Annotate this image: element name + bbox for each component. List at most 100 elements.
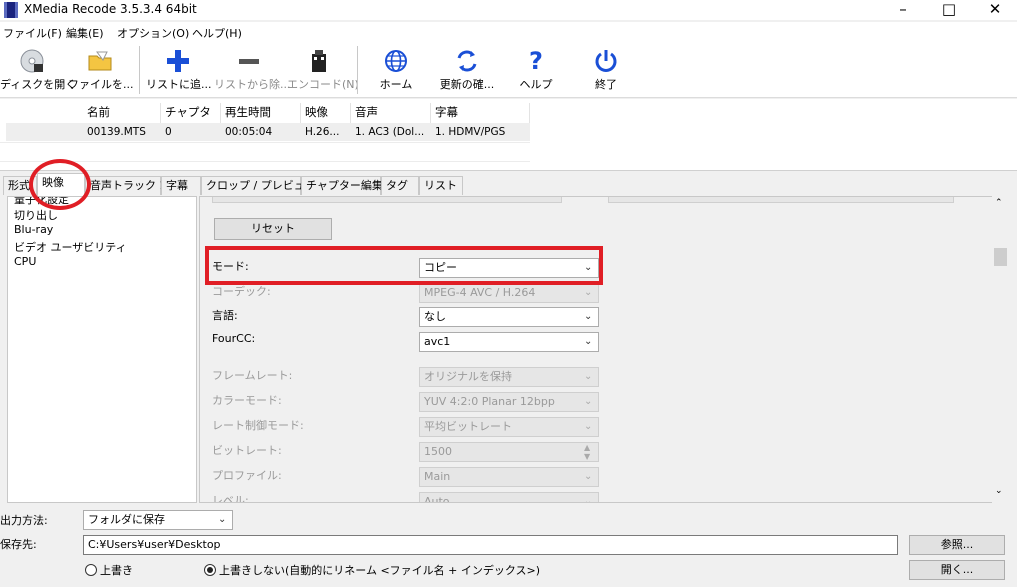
tab-format[interactable]: 形式 [3, 176, 37, 195]
rate-control-label: レート制御モード: [212, 419, 304, 432]
column-header-audio[interactable]: 音声 [351, 103, 431, 123]
video-settings-tree[interactable]: 量子化設定 切り出し Blu-ray ビデオ ユーザビリティ CPU [7, 196, 197, 503]
app-film-icon [4, 2, 18, 18]
fourcc-select[interactable]: avc1 ⌄ [419, 332, 599, 352]
menu-bar: ファイル(F) 編集(E) オプション(O) ヘルプ(H) [0, 22, 1017, 42]
color-mode-select[interactable]: YUV 4:2:0 Planar 12bpp ⌄ [419, 392, 599, 412]
no-overwrite-label: 上書きしない(自動的にリネーム <ファイル名 + インデックス>) [219, 564, 541, 577]
open-disc-button[interactable]: ディスクを開く [0, 42, 76, 98]
open-file-button[interactable]: ファイルを... [68, 42, 134, 98]
column-header-duration[interactable]: 再生時間 [221, 103, 301, 123]
minus-icon [235, 48, 263, 74]
framerate-select[interactable]: オリジナルを保持 ⌄ [419, 367, 599, 387]
tree-item-bluray[interactable]: Blu-ray [14, 223, 53, 236]
no-overwrite-radio[interactable] [204, 564, 216, 576]
tab-audio-track-1[interactable]: 音声トラック 1 [85, 176, 167, 195]
title-bar: XMedia Recode 3.5.3.4 64bit – □ ✕ [0, 0, 1017, 20]
settings-tabs: 形式 映像 音声トラック 1 字幕 クロップ / プレビュー チャプター編集 タ… [0, 173, 1017, 196]
chevron-down-icon: ⌄ [584, 471, 593, 482]
toolbar-separator [139, 46, 140, 94]
video-settings-panel: リセット モード: コピー ⌄ コーデック: MPEG-4 AVC / H.264… [199, 196, 1009, 503]
overwrite-label: 上書き [100, 564, 133, 577]
disc-icon [18, 48, 46, 74]
maximize-button[interactable]: □ [926, 0, 972, 20]
encode-button[interactable]: エンコード(N) [287, 42, 359, 98]
output-method-label: 出力方法: [0, 514, 48, 527]
plus-icon [164, 48, 192, 74]
menu-options[interactable]: オプション(O) [117, 25, 189, 41]
language-label: 言語: [212, 309, 238, 322]
column-header-name[interactable]: 名前 [83, 103, 161, 123]
destination-path-input[interactable]: C:¥Users¥user¥Desktop [83, 535, 898, 555]
chevron-down-icon: ⌄ [584, 336, 593, 347]
chevron-down-icon: ⌄ [218, 514, 227, 525]
bitrate-spinner[interactable]: 1500 ▲ ▼ [419, 442, 599, 462]
film-icon [305, 48, 333, 74]
profile-select[interactable]: Main ⌄ [419, 467, 599, 487]
cell-name: 00139.MTS [87, 126, 146, 138]
menu-edit[interactable]: 編集(E) [66, 25, 104, 41]
menu-help[interactable]: ヘルプ(H) [192, 25, 242, 41]
overwrite-radio[interactable] [85, 564, 97, 576]
tree-item-video-usability[interactable]: ビデオ ユーザビリティ [14, 239, 127, 255]
tree-item-quantization[interactable]: 量子化設定 [14, 197, 69, 207]
tab-subtitle[interactable]: 字幕 [161, 176, 201, 195]
column-header-video[interactable]: 映像 [301, 103, 351, 123]
cell-subtitle: 1. HDMV/PGS [435, 126, 506, 138]
level-select[interactable]: Auto ⌄ [419, 492, 599, 503]
chevron-down-icon: ⌄ [584, 421, 593, 432]
bitrate-label: ビットレート: [212, 444, 282, 457]
file-list-table[interactable]: 名前 チャプター 再生時間 映像 音声 字幕 00139.MTS 0 00:05… [0, 99, 1017, 171]
settings-scrollbar[interactable]: ⌃ ⌄ [992, 196, 1009, 503]
add-to-list-button[interactable]: リストに追... [146, 42, 212, 98]
mode-select[interactable]: コピー ⌄ [419, 258, 599, 278]
column-header-subtitle[interactable]: 字幕 [431, 103, 530, 123]
tab-chapter-edit[interactable]: チャプター編集 [301, 176, 383, 195]
toolbar-separator [357, 46, 358, 94]
chevron-down-icon: ⌄ [584, 287, 593, 298]
cell-video: H.26... [305, 126, 340, 138]
exit-button[interactable]: 終了 [574, 42, 638, 98]
rate-control-select[interactable]: 平均ビットレート ⌄ [419, 417, 599, 437]
browse-button[interactable]: 参照... [909, 535, 1005, 555]
home-button[interactable]: ホーム [364, 42, 428, 98]
scroll-down-icon[interactable]: ⌄ [995, 486, 1003, 496]
row-divider [0, 142, 530, 143]
spinner-arrows-icon: ▲ ▼ [584, 443, 591, 461]
cell-duration: 00:05:04 [225, 126, 273, 138]
cell-audio: 1. AC3 (Dol... [355, 126, 425, 138]
menu-file[interactable]: ファイル(F) [3, 25, 62, 41]
language-select[interactable]: なし ⌄ [419, 307, 599, 327]
tab-list[interactable]: リスト [419, 176, 463, 195]
folder-icon [86, 48, 114, 74]
column-header-chapter[interactable]: チャプター [161, 103, 221, 137]
chevron-down-icon: ⌄ [584, 371, 593, 382]
power-icon [592, 48, 620, 74]
tab-tag[interactable]: タグ [381, 176, 419, 195]
open-button[interactable]: 開く... [909, 560, 1005, 580]
tree-item-cpu[interactable]: CPU [14, 255, 36, 268]
close-button[interactable]: ✕ [972, 0, 1017, 20]
mode-label: モード: [212, 260, 249, 273]
output-method-select[interactable]: フォルダに保存 ⌄ [83, 510, 233, 530]
refresh-icon [453, 48, 481, 74]
minimize-button[interactable]: – [880, 0, 926, 20]
tab-video[interactable]: 映像 [37, 173, 85, 196]
framerate-label: フレームレート: [212, 369, 293, 382]
profile-label: プロファイル: [212, 469, 282, 482]
reset-button[interactable]: リセット [214, 218, 332, 240]
scrollbar-thumb[interactable] [994, 248, 1007, 266]
remove-from-list-button[interactable]: リストから除... [214, 42, 291, 98]
tree-item-cut[interactable]: 切り出し [14, 207, 58, 223]
tab-crop-preview[interactable]: クロップ / プレビュー [201, 176, 316, 195]
window-title: XMedia Recode 3.5.3.4 64bit [24, 2, 197, 16]
check-update-button[interactable]: 更新の確... [434, 42, 500, 98]
top-field-cut-off [212, 197, 562, 203]
cell-chapter: 0 [165, 126, 172, 138]
scroll-up-icon[interactable]: ⌃ [995, 198, 1003, 208]
chevron-down-icon: ⌄ [584, 496, 593, 503]
codec-select[interactable]: MPEG-4 AVC / H.264 ⌄ [419, 283, 599, 303]
chevron-down-icon: ⌄ [584, 262, 593, 273]
fourcc-label: FourCC: [212, 332, 256, 345]
help-button[interactable]: ? ヘルプ [504, 42, 568, 98]
